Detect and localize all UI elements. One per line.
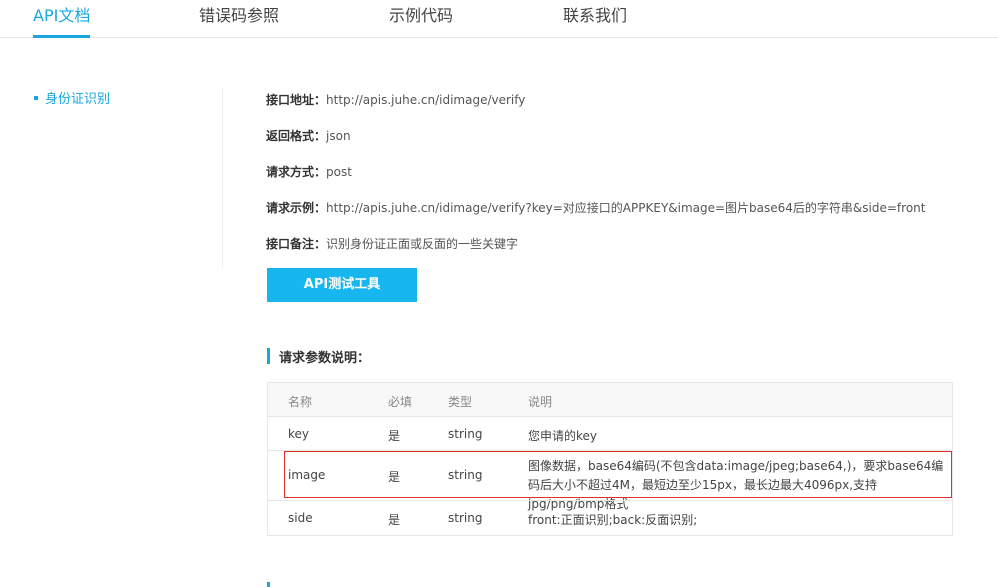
sidebar-divider	[222, 88, 223, 268]
tab-api-docs[interactable]: API文档	[33, 5, 91, 38]
info-address-value: http://apis.juhe.cn/idimage/verify	[326, 93, 526, 107]
tab-contact-us[interactable]: 联系我们	[563, 5, 627, 37]
param-description: 您申请的key	[528, 429, 598, 443]
param-type: string	[448, 511, 483, 525]
section-marker	[267, 348, 270, 364]
param-type: string	[448, 427, 483, 441]
header-name: 名称	[288, 395, 313, 409]
info-note: 接口备注：识别身份证正面或反面的一些关键字	[266, 235, 518, 252]
param-required: 是	[388, 429, 401, 443]
header-description: 说明	[528, 395, 553, 409]
sidebar-item-id-card-recognition[interactable]: 身份证识别	[34, 88, 110, 107]
param-type: string	[448, 468, 483, 482]
params-table: 名称 必填 类型 说明 key 是 string 您申请的key image 是…	[267, 382, 953, 536]
table-row: side 是 string front:正面识别;back:反面识别;	[268, 500, 952, 535]
info-format-key: 返回格式：	[266, 129, 327, 143]
tab-sample-code[interactable]: 示例代码	[389, 5, 453, 37]
info-method-value: post	[326, 165, 352, 179]
sidebar-item-label: 身份证识别	[45, 92, 111, 107]
info-method: 请求方式：post	[266, 163, 352, 180]
info-format-value: json	[326, 129, 351, 143]
param-description: front:正面识别;back:反面识别;	[528, 513, 698, 527]
info-format: 返回格式：json	[266, 127, 351, 144]
info-address: 接口地址：http://apis.juhe.cn/idimage/verify	[266, 91, 525, 108]
info-address-key: 接口地址：	[266, 93, 327, 107]
header-type: 类型	[448, 395, 473, 409]
info-note-value: 识别身份证正面或反面的一些关键字	[326, 237, 519, 251]
param-name: image	[288, 468, 326, 482]
param-required: 是	[388, 470, 401, 484]
params-section-title: 请求参数说明：	[267, 347, 371, 366]
param-name: side	[288, 511, 313, 525]
params-section-title-text: 请求参数说明：	[279, 350, 371, 366]
info-example: 请求示例：http://apis.juhe.cn/idimage/verify?…	[266, 199, 925, 216]
tab-error-codes[interactable]: 错误码参照	[199, 5, 279, 37]
header-required: 必填	[388, 395, 413, 409]
param-name: key	[288, 427, 310, 441]
section-marker	[267, 582, 270, 587]
table-row: key 是 string 您申请的key	[268, 416, 952, 450]
table-header-row: 名称 必填 类型 说明	[268, 383, 952, 416]
api-test-tool-button[interactable]: API测试工具	[267, 268, 417, 302]
top-tab-bar: API文档 错误码参照 示例代码 联系我们	[0, 0, 998, 38]
param-required: 是	[388, 513, 401, 527]
info-example-value: http://apis.juhe.cn/idimage/verify?key=对…	[326, 201, 926, 215]
bullet-icon	[34, 95, 38, 100]
info-example-key: 请求示例：	[266, 201, 327, 215]
info-method-key: 请求方式：	[266, 165, 327, 179]
info-note-key: 接口备注：	[266, 237, 327, 251]
table-row: image 是 string 图像数据，base64编码(不包含data:ima…	[268, 450, 952, 511]
